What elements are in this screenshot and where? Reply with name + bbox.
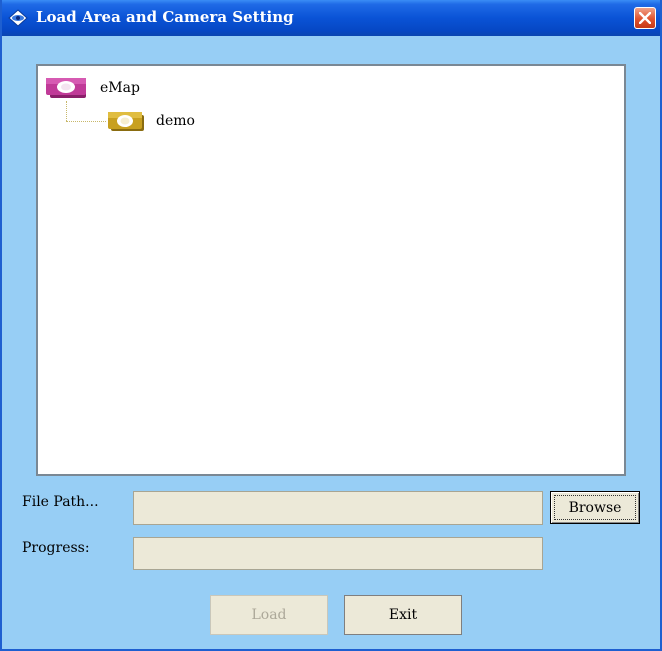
area-camera-icon	[108, 112, 144, 131]
tree-connector	[66, 101, 67, 121]
title-bar[interactable]: Load Area and Camera Setting	[2, 0, 660, 36]
file-path-field[interactable]	[133, 491, 543, 525]
focus-rect	[554, 495, 636, 520]
close-button[interactable]	[634, 7, 656, 29]
diamond-eye-icon	[8, 9, 28, 27]
exit-button-label: Exit	[388, 607, 418, 623]
browse-button[interactable]: Browse	[550, 491, 640, 524]
window-title: Load Area and Camera Setting	[36, 8, 294, 26]
tree-node-root[interactable]: eMap	[46, 76, 140, 100]
close-icon	[639, 12, 651, 24]
load-button-label: Load	[251, 607, 287, 623]
tree-node-label: demo	[156, 113, 195, 129]
progress-label: Progress:	[22, 540, 90, 556]
tree-node-label: eMap	[100, 80, 140, 96]
tree-connector	[66, 121, 106, 122]
tree-node-demo[interactable]: demo	[108, 109, 195, 133]
dialog-window: Load Area and Camera Setting eMap demo F…	[0, 0, 662, 651]
load-button[interactable]: Load	[210, 595, 328, 635]
file-path-label: File Path...	[22, 494, 99, 510]
exit-button[interactable]: Exit	[344, 595, 462, 635]
map-camera-icon	[46, 78, 86, 98]
progress-bar	[133, 537, 543, 570]
area-tree[interactable]: eMap demo	[36, 64, 626, 476]
